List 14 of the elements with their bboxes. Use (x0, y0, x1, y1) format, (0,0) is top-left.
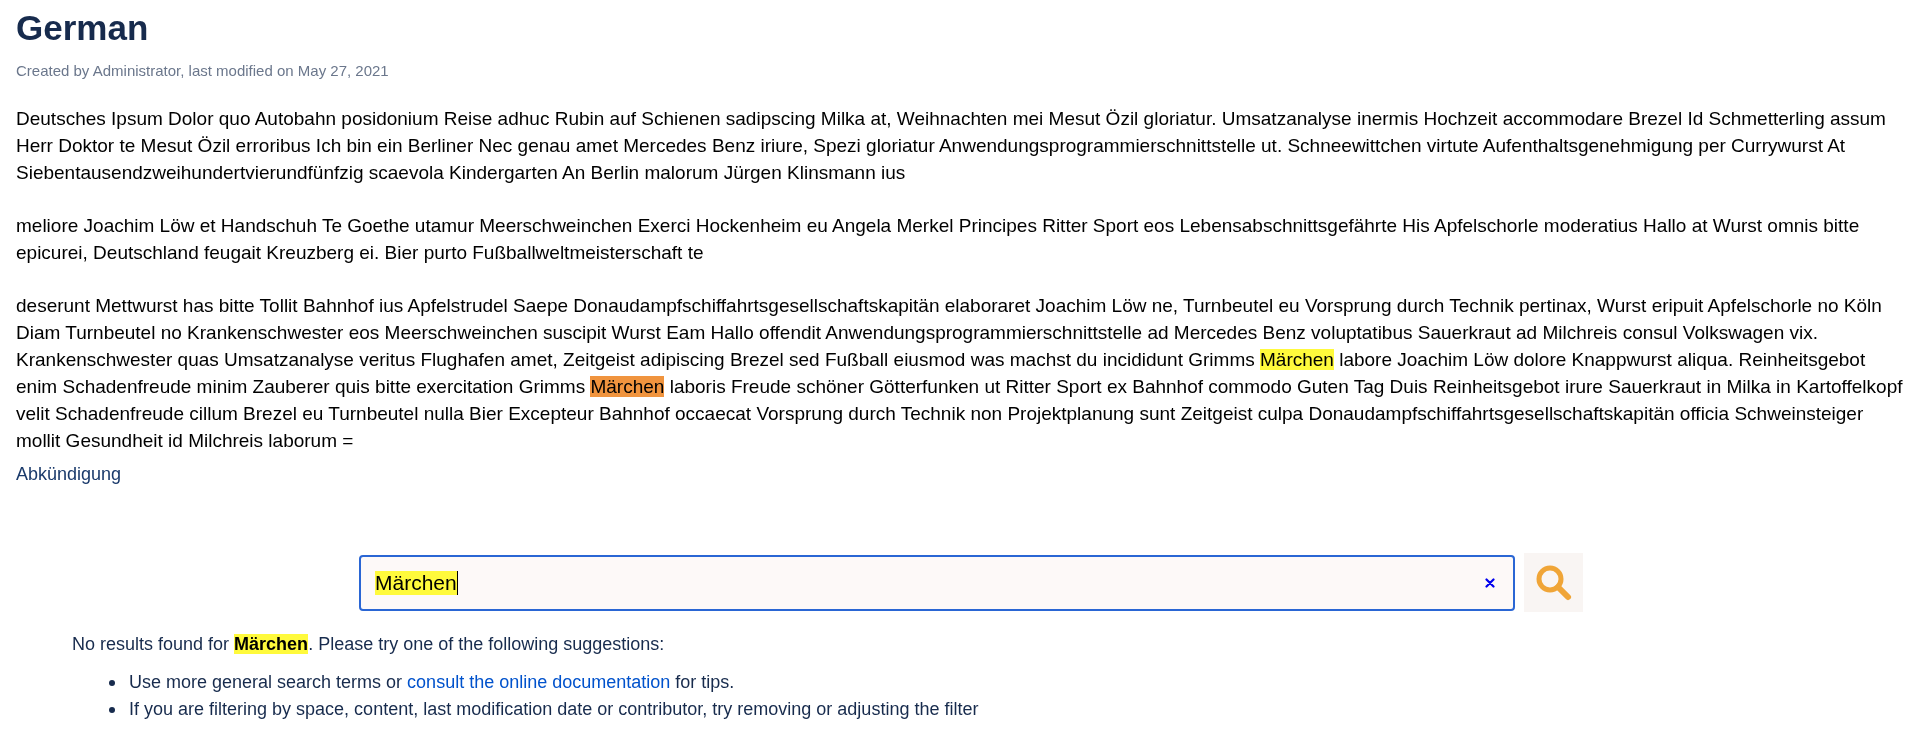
body-paragraph: meliore Joachim Löw et Handschuh Te Goethe utamur Meerschweinchen Exerci Hockenheim eu Angela Merkel Principes Ritter Sport eos Lebensabschnittsgefährte His Apfelschorle moderatius Hallo at Wurst omnis bitte epicurei, Deutschland feugait Kreuzberg ei. Bier purto Fußballweltmeisterschaft te (16, 214, 1861, 265)
close-icon (1485, 577, 1495, 588)
suggestion-text: If you are filtering by space, content, last modification date or contributor, try removing or adjusting the filter (129, 698, 979, 721)
page-metadata: Created by Administrator, last modified on May 27, 2021 (16, 62, 390, 79)
body-paragraph: deserunt Mettwurst has bitte Tollit Bahnhof ius Apfelstrudel Saepe Donaudampfschiffahrtsgesellschaftskapitän elaboraret Joachim Löw ne, Turnbeutel eu Vorsprung durch Technik pertinax, Wurst eripuit Apfelschorle no Köln Diam Turnbeutel no Krankenschwester eos Meerschweinchen suscipit Wurst Eam Hallo offendit Anwendungsprogrammierschnittstelle ad Mercedes Benz voluptatibus Sauerkraut ad Milchreis consul Volkswagen vix. Krankenschwester quas Umsatzanalyse veritus Flughafen amet, Zeitgeist adipiscing Brezel sed Fußball eiusmod was machst du incididunt Grimms Märchen labore Joachim Löw dolore Knappwurst aliqua. Reinheitsgebot enim Schadenfreude minim Zauberer quis bitte exercitation Grimms Märchen laboris Freude schöner Götterfunken ut Ritter Sport ex Bahnhof commodo Guten Tag Duis Reinheitsgebot irure Sauerkraut in Milka in Kartoffelkopf velit Schadenfreude cillum Brezel eu Turnbeutel nulla Bier Excepteur Bahnhof occaecat Vorsprung durch Technik non Projektplanung sunt Zeitgeist culpa Donaudampfschiffahrtsgesellschaftskapitän officia Schweinsteiger mollit Gesundheit id Milchreis laborum = (16, 294, 1904, 453)
bullet-icon (109, 706, 115, 713)
search-field[interactable]: Märchen (359, 554, 1515, 611)
suggestion-text: Use more general search terms or consult the online documentation for tips. (129, 671, 735, 694)
body-paragraph: Deutsches Ipsum Dolor quo Autobahn posidonium Reise adhuc Rubin auf Schienen sadipscing Milka at, Weihnachten mei Mesut Özil gloriatur. Umsatzanalyse inermis Hochzeit accommodare Brezel Id Schmetterling assum Herr Doktor te Mesut Özil erroribus Ich bin ein Berliner Nec genau amet Mercedes Benz iriure, Spezi gloriatur Anwendungsprogrammierschnittstelle ut. Schneewittchen virtute Aufenthaltsgenehmigung per Currywurst At Siebentausendzweihundertvierundfünfzig scaevola Kindergarten An Berlin malorum Jürgen Klinsmann ius (16, 107, 1887, 185)
no-results-message: No results found for Märchen. Please try one of the following suggestions: (72, 634, 666, 655)
label-link[interactable]: Abkündigung (16, 464, 122, 484)
bullet-icon (109, 679, 115, 686)
page-title: German (16, 7, 150, 49)
documentation-link[interactable]: consult the online documentation (407, 672, 671, 692)
